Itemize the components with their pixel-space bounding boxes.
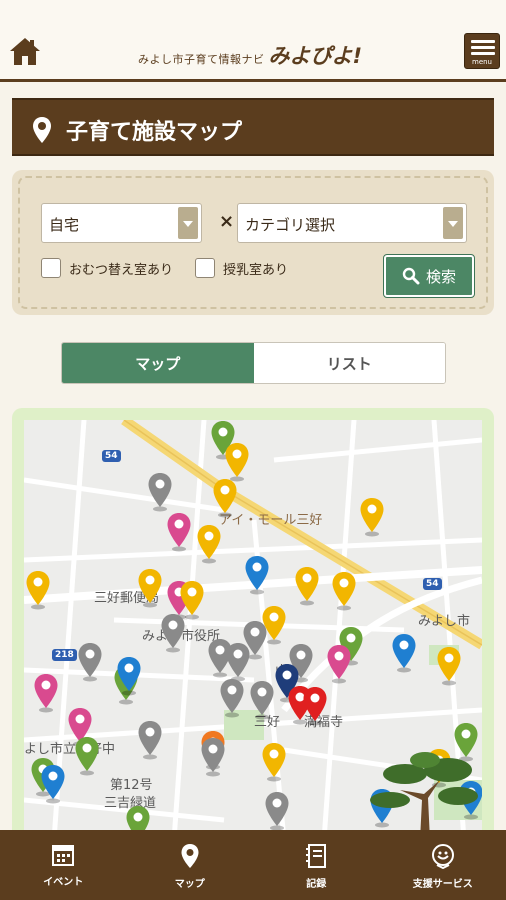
map-marker-gray[interactable] — [77, 642, 103, 682]
category-select-value: カテゴリ選択 — [245, 216, 336, 234]
app-logo: みよし市子育て情報ナビ みよぴよ! — [138, 40, 362, 70]
search-button-label: 検索 — [425, 267, 456, 286]
map-marker-yellow[interactable] — [137, 568, 163, 608]
route-badge: 54 — [423, 578, 442, 590]
view-toggle: マップ リスト — [61, 342, 446, 384]
map-marker-blue[interactable] — [244, 555, 270, 595]
nursing-checkbox[interactable]: 授乳室あり — [195, 258, 288, 278]
map-marker-gray[interactable] — [225, 642, 251, 682]
calendar-icon — [52, 845, 75, 866]
bottom-nav: イベント マップ 記録 支援サービス — [0, 830, 506, 900]
search-button[interactable]: 検索 — [383, 254, 475, 298]
map-marker-yellow[interactable] — [294, 566, 320, 606]
map-marker-red[interactable] — [302, 686, 328, 726]
category-select[interactable]: カテゴリ選択 — [237, 203, 467, 243]
map-marker-green[interactable] — [74, 736, 100, 776]
diaper-checkbox[interactable]: おむつ替え室あり — [41, 258, 173, 278]
checkbox-box[interactable] — [41, 258, 61, 278]
home-icon — [10, 38, 40, 65]
page-title: 子育て施設マップ — [66, 120, 243, 145]
home-button[interactable] — [8, 34, 42, 68]
map-marker-gray[interactable] — [249, 680, 275, 720]
map-label: みよし市 — [418, 614, 471, 629]
support-icon — [431, 844, 454, 869]
map-marker-pink[interactable] — [33, 673, 59, 713]
map-marker-gray[interactable] — [160, 613, 186, 653]
map-marker-pink[interactable] — [166, 512, 192, 552]
nav-item-label: イベント — [43, 877, 84, 888]
filter-panel: 自宅 × カテゴリ選択 おむつ替え室あり 授乳室あり 検索 — [12, 170, 494, 315]
map-marker-blue[interactable] — [40, 764, 66, 804]
map-marker-gray[interactable] — [147, 472, 173, 512]
nav-item-records[interactable]: 記録 — [253, 830, 380, 900]
app-header: みよし市子育て情報ナビ みよぴよ! menu — [0, 0, 506, 82]
map-marker-yellow[interactable] — [436, 646, 462, 686]
brand-title: みよぴよ! — [268, 44, 363, 68]
map-marker-gray[interactable] — [264, 791, 290, 831]
tab-map[interactable]: マップ — [62, 343, 254, 383]
times-symbol: × — [219, 211, 235, 232]
tab-list[interactable]: リスト — [253, 343, 445, 383]
map-marker-yellow[interactable] — [25, 570, 51, 610]
location-select-value: 自宅 — [49, 216, 80, 234]
nav-item-label: 記録 — [306, 879, 327, 890]
brand-subtitle: みよし市子育て情報ナビ — [138, 53, 265, 66]
notebook-icon — [306, 844, 327, 868]
search-icon — [402, 267, 420, 285]
diaper-checkbox-label: おむつ替え室あり — [69, 262, 174, 278]
filter-panel-border: 自宅 × カテゴリ選択 おむつ替え室あり 授乳室あり 検索 — [18, 176, 488, 309]
checkbox-box[interactable] — [195, 258, 215, 278]
map-marker-gray[interactable] — [137, 720, 163, 760]
map-marker-blue[interactable] — [391, 633, 417, 673]
map-pin-icon — [33, 117, 51, 143]
page-title-bar: 子育て施設マップ — [12, 98, 494, 156]
map-marker-gray[interactable] — [219, 678, 245, 718]
nav-item-map[interactable]: マップ — [127, 830, 254, 900]
hamburger-bar — [471, 46, 495, 49]
hamburger-bar — [471, 52, 495, 55]
nav-item-support[interactable]: 支援サービス — [380, 830, 506, 900]
facility-map[interactable]: 54 54 218 アイ・モール三好 みよし市 三好郵便局 みよし市役所 満福寺… — [24, 420, 482, 840]
route-badge: 218 — [52, 649, 77, 661]
map-marker-gray[interactable] — [200, 737, 226, 777]
map-marker-yellow[interactable] — [196, 524, 222, 564]
map-marker-yellow[interactable] — [212, 478, 238, 518]
nav-item-label: マップ — [174, 879, 205, 890]
hamburger-icon — [471, 40, 495, 43]
map-marker-yellow[interactable] — [261, 742, 287, 782]
pine-tree-icon — [370, 752, 478, 840]
menu-button[interactable]: menu — [464, 33, 500, 69]
nursing-checkbox-label: 授乳室あり — [223, 262, 289, 278]
map-marker-yellow[interactable] — [359, 497, 385, 537]
map-marker-blue[interactable] — [116, 656, 142, 696]
route-badge: 54 — [102, 450, 121, 462]
nav-item-label: 支援サービス — [412, 879, 473, 890]
chevron-down-icon — [443, 207, 463, 239]
map-marker-yellow[interactable] — [224, 442, 250, 482]
map-marker-yellow[interactable] — [331, 571, 357, 611]
nav-item-events[interactable]: イベント — [0, 830, 127, 900]
location-select[interactable]: 自宅 — [41, 203, 202, 243]
map-marker-pink[interactable] — [326, 644, 352, 684]
menu-label: menu — [472, 58, 492, 66]
map-label: 第12号 — [110, 778, 153, 793]
chevron-down-icon — [178, 207, 198, 239]
map-pin-icon — [181, 844, 199, 868]
